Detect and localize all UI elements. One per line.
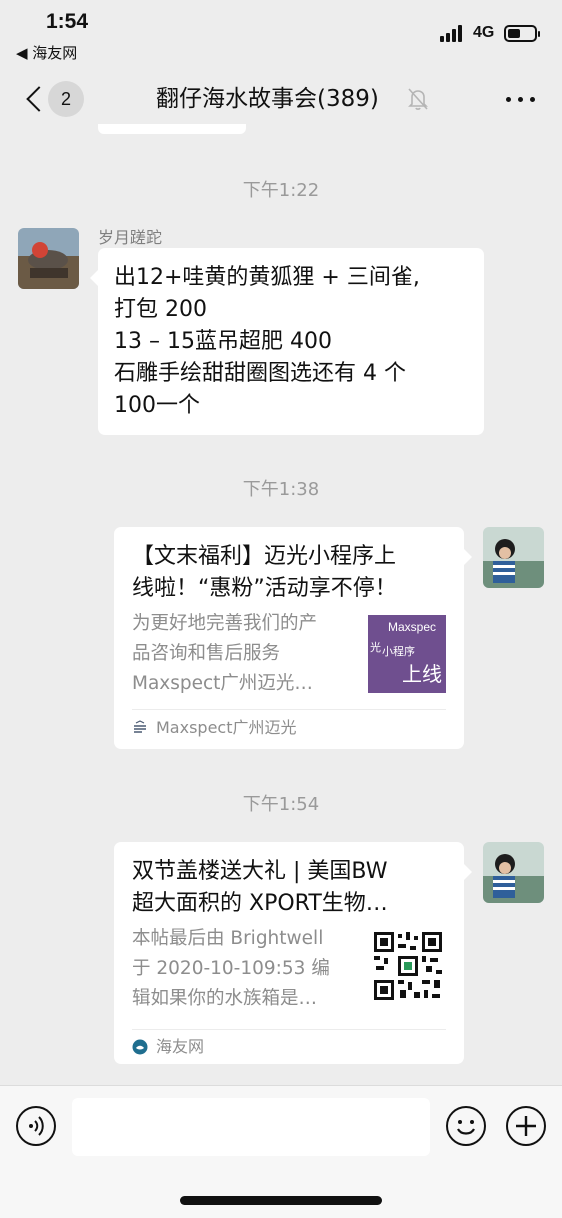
link-card-maxspect[interactable]: 【文末福利】迈光小程序上 线啦！“惠粉”活动享不停！ 为更好地完善我们的产 品咨… xyxy=(114,527,472,749)
home-indicator[interactable] xyxy=(180,1196,382,1205)
svg-text:光: 光 xyxy=(370,640,381,654)
timestamp: 下午1:22 xyxy=(242,180,320,201)
haiyou-logo-icon xyxy=(132,1039,148,1055)
card-thumbnail: Maxspec 光 小程序 上线 xyxy=(368,615,446,693)
my-avatar[interactable] xyxy=(483,842,544,903)
more-dots-icon[interactable] xyxy=(506,97,536,103)
timestamp: 下午1:54 xyxy=(242,794,320,815)
card-desc-line: 本帖最后由 Brightwell xyxy=(132,928,324,949)
card-source-label: Maxspect广州迈光 xyxy=(156,718,297,737)
card-source: 海友网 xyxy=(132,1037,204,1057)
message-line: 出12+哇黄的黄狐狸 + 三间雀, xyxy=(114,265,420,290)
card-description: 本帖最后由 Brightwell 于 2020-10-109:53 编 辑如果你… xyxy=(132,924,354,1014)
card-description: 为更好地完善我们的产 品咨询和售后服务 Maxspect广州迈光… xyxy=(132,609,354,699)
card-desc-line: 品咨询和售后服务 xyxy=(132,643,281,664)
chat-header: 2 翻仔海水故事会(389) xyxy=(0,70,562,132)
card-title-line: 双节盖楼送大礼 | 美国BW xyxy=(132,859,388,884)
card-divider xyxy=(132,1029,446,1030)
back-to-app-link[interactable]: ◀ 海友网 xyxy=(16,42,77,63)
svg-text:上线: 上线 xyxy=(402,662,442,686)
my-avatar[interactable] xyxy=(483,527,544,588)
card-title-line: 线啦！“惠粉”活动享不停！ xyxy=(132,576,397,601)
card-desc-line: 为更好地完善我们的产 xyxy=(132,613,318,634)
previous-message-bubble xyxy=(98,124,246,134)
emoji-icon[interactable] xyxy=(446,1106,486,1146)
mute-bell-icon xyxy=(408,88,428,110)
card-desc-line: Maxspect广州迈光… xyxy=(132,673,313,694)
battery-icon xyxy=(504,25,540,42)
chevron-left-icon[interactable] xyxy=(22,84,46,114)
card-title: 双节盖楼送大礼 | 美国BW 超大面积的 XPORT生物… xyxy=(132,856,452,920)
text-message-bubble[interactable]: 出12+哇黄的黄狐狸 + 三间雀, 打包 200 13 – 15蓝吊超肥 400… xyxy=(90,248,484,435)
chat-title: 翻仔海水故事会(389) xyxy=(156,86,379,112)
svg-text:Maxspec: Maxspec xyxy=(388,620,436,634)
message-line: 打包 200 xyxy=(114,297,207,322)
unread-count-badge[interactable]: 2 xyxy=(48,81,84,117)
message-line: 13 – 15蓝吊超肥 400 xyxy=(114,329,332,354)
network-type: 4G xyxy=(473,24,495,41)
card-source: Maxspect广州迈光 xyxy=(132,718,297,738)
voice-input-icon[interactable] xyxy=(16,1106,56,1146)
card-desc-line: 辑如果你的水族箱是… xyxy=(132,988,318,1009)
message-line: 100一个 xyxy=(114,393,200,418)
message-input[interactable] xyxy=(72,1098,430,1156)
card-title-line: 【文末福利】迈光小程序上 xyxy=(132,544,397,569)
status-time: 1:54 xyxy=(46,10,89,33)
card-divider xyxy=(132,709,446,710)
svg-text:小程序: 小程序 xyxy=(382,644,415,658)
card-title: 【文末福利】迈光小程序上 线啦！“惠粉”活动享不停！ xyxy=(132,541,452,605)
card-source-label: 海友网 xyxy=(156,1037,205,1056)
plus-icon[interactable] xyxy=(506,1106,546,1146)
signal-icon xyxy=(440,24,468,42)
sender-name: 岁月蹉跎 xyxy=(98,228,163,247)
card-title-line: 超大面积的 XPORT生物… xyxy=(132,891,388,916)
card-desc-line: 于 2020-10-109:53 编 xyxy=(132,958,330,979)
link-card-haiyou[interactable]: 双节盖楼送大礼 | 美国BW 超大面积的 XPORT生物… 本帖最后由 Brig… xyxy=(114,842,472,1064)
status-bar: 1:54 ◀ 海友网 4G xyxy=(0,0,562,70)
maxspect-logo-icon xyxy=(134,720,146,733)
message-line: 石雕手绘甜甜圈图选还有 4 个 xyxy=(114,361,406,386)
timestamp: 下午1:38 xyxy=(242,479,320,500)
sender-avatar[interactable] xyxy=(18,228,79,289)
qr-code-thumbnail xyxy=(372,930,444,1002)
